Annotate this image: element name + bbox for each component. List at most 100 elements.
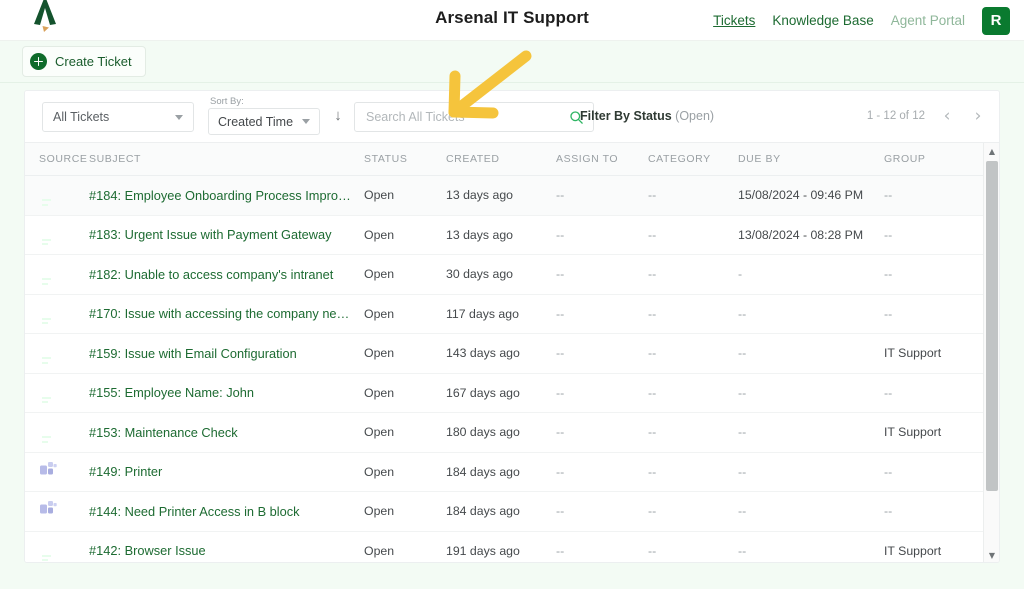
ticket-group-cell: IT Support (884, 344, 994, 362)
ticket-subject-link[interactable]: #142: Browser Issue (89, 543, 364, 558)
ticket-source-cell (25, 461, 89, 483)
ticket-category-cell: -- (648, 226, 738, 244)
ticket-created: 184 days ago (446, 464, 520, 479)
column-header-category: CATEGORY (648, 153, 711, 165)
ticket-category: -- (648, 267, 657, 282)
ticket-category-cell: -- (648, 502, 738, 520)
table-row[interactable]: #184: Employee Onboarding Process Impro…… (25, 176, 999, 216)
ticket-subject-cell[interactable]: #170: Issue with accessing the company n… (89, 306, 364, 321)
ticket-due-by-cell: -- (738, 305, 884, 323)
ticket-subject-cell[interactable]: #144: Need Printer Access in B block (89, 504, 364, 519)
ticket-status: Open (364, 267, 395, 282)
ticket-category-cell: -- (648, 463, 738, 481)
ticket-subject-link[interactable]: #170: Issue with accessing the company n… (89, 306, 364, 321)
ticket-subject-link[interactable]: #184: Employee Onboarding Process Impro… (89, 188, 364, 203)
plus-circle-icon (30, 53, 47, 70)
table-row[interactable]: #149: Printer Open 184 days ago -- -- -- -- (25, 452, 999, 492)
ticket-category: -- (648, 425, 657, 440)
ticket-subject-link[interactable]: #149: Printer (89, 464, 364, 479)
table-body: #184: Employee Onboarding Process Impro…… (25, 176, 999, 562)
ticket-source-cell (25, 500, 89, 522)
ticket-status-cell: Open (364, 463, 446, 481)
ticket-due-by: -- (738, 543, 747, 558)
ticket-group: IT Support (884, 425, 942, 440)
ticket-subject-cell[interactable]: #184: Employee Onboarding Process Impro… (89, 188, 364, 203)
search-box[interactable] (354, 102, 594, 132)
ticket-subject-link[interactable]: #159: Issue with Email Configuration (89, 346, 364, 361)
ticket-status-cell: Open (364, 226, 446, 244)
ticket-group-cell: IT Support (884, 423, 994, 441)
table-row[interactable]: #142: Browser Issue Open 191 days ago -- -- -… (25, 531, 999, 562)
ticket-subject-cell[interactable]: #159: Issue with Email Configuration (89, 346, 364, 361)
ticket-created-cell: 30 days ago (446, 265, 556, 283)
nav-link-tickets[interactable]: Tickets (713, 13, 755, 28)
ticket-due-by: -- (738, 385, 747, 400)
ticket-subject-link[interactable]: #153: Maintenance Check (89, 425, 364, 440)
chevron-left-icon[interactable]: ‹ (938, 104, 956, 128)
table-vertical-scrollbar[interactable]: ▲ ▼ (983, 143, 999, 562)
ticket-created-cell: 13 days ago (446, 226, 556, 244)
ticket-assign-to-cell: -- (556, 305, 648, 323)
ticket-subject-link[interactable]: #144: Need Printer Access in B block (89, 504, 364, 519)
ticket-subject-cell[interactable]: #142: Browser Issue (89, 543, 364, 558)
main-nav: Tickets Knowledge Base Agent Portal R (713, 0, 1010, 41)
scroll-down-arrow-icon[interactable]: ▼ (984, 547, 999, 562)
chevron-down-icon (302, 119, 311, 124)
ticket-assign-to-cell: -- (556, 186, 648, 204)
ticket-status: Open (364, 425, 395, 440)
table-row[interactable]: #170: Issue with accessing the company n… (25, 294, 999, 334)
ticket-subject-cell[interactable]: #182: Unable to access company's intrane… (89, 267, 364, 282)
table-row[interactable]: #155: Employee Name: John Open 167 days ag… (25, 373, 999, 413)
ticket-subject-cell[interactable]: #149: Printer (89, 464, 364, 479)
table-row[interactable]: #153: Maintenance Check Open 180 days ago -… (25, 413, 999, 453)
table-row[interactable]: #183: Urgent Issue with Payment Gateway O… (25, 215, 999, 255)
ticket-group: -- (884, 306, 893, 321)
ticket-created-cell: 184 days ago (446, 463, 556, 481)
ticket-category: -- (648, 385, 657, 400)
ticket-subject-cell[interactable]: #155: Employee Name: John (89, 385, 364, 400)
ticket-assign-to: -- (556, 346, 565, 361)
search-input[interactable] (355, 110, 569, 124)
ticket-category-cell: -- (648, 423, 738, 441)
ticket-status-cell: Open (364, 423, 446, 441)
ticket-created: 184 days ago (446, 504, 520, 519)
column-header-assign-to: ASSIGN TO (556, 153, 619, 165)
ticket-status: Open (364, 504, 395, 519)
ticket-subject-link[interactable]: #183: Urgent Issue with Payment Gateway (89, 227, 364, 242)
filter-by-status[interactable]: Filter By Status (Open) (580, 109, 714, 123)
ticket-category-cell: -- (648, 186, 738, 204)
create-ticket-button[interactable]: Create Ticket (22, 46, 146, 77)
ticket-category-cell: -- (648, 305, 738, 323)
table-row[interactable]: #159: Issue with Email Configuration Open… (25, 334, 999, 374)
ticket-due-by-cell: -- (738, 502, 884, 520)
column-header-group: GROUP (884, 153, 926, 165)
ticket-created-cell: 167 days ago (446, 384, 556, 402)
ticket-due-by: -- (738, 306, 747, 321)
table-row[interactable]: #182: Unable to access company's intrane… (25, 255, 999, 295)
ticket-assign-to: -- (556, 504, 565, 519)
nav-link-agent-portal[interactable]: Agent Portal (891, 13, 965, 28)
avatar[interactable]: R (982, 6, 1010, 35)
ticket-assign-to-cell: -- (556, 265, 648, 283)
ticket-due-by-cell: -- (738, 542, 884, 560)
tickets-toolbar: All Tickets Sort By: Created Time ↓ Sear… (25, 91, 999, 143)
sort-direction-toggle[interactable]: ↓ (329, 107, 347, 125)
chevron-right-icon[interactable]: › (969, 104, 987, 128)
scrollbar-thumb[interactable] (986, 161, 998, 491)
column-header-created: CREATED (446, 153, 500, 165)
ticket-group: -- (884, 188, 893, 203)
ticket-assign-to: -- (556, 543, 565, 558)
ticket-category: -- (648, 346, 657, 361)
ticket-subject-link[interactable]: #155: Employee Name: John (89, 385, 364, 400)
scroll-up-arrow-icon[interactable]: ▲ (984, 143, 999, 159)
table-row[interactable]: #144: Need Printer Access in B block Open… (25, 492, 999, 532)
ticket-subject-cell[interactable]: #153: Maintenance Check (89, 425, 364, 440)
sort-by-dropdown[interactable]: Created Time (208, 108, 321, 135)
ticket-filter-dropdown[interactable]: All Tickets (42, 102, 194, 132)
ticket-subject-cell[interactable]: #183: Urgent Issue with Payment Gateway (89, 227, 364, 242)
ticket-subject-link[interactable]: #182: Unable to access company's intrane… (89, 267, 364, 282)
ticket-group-cell: -- (884, 186, 994, 204)
nav-link-knowledge-base[interactable]: Knowledge Base (772, 13, 873, 28)
ticket-category: -- (648, 188, 657, 203)
app-root: Arsenal IT Support Tickets Knowledge Bas… (0, 0, 1024, 589)
